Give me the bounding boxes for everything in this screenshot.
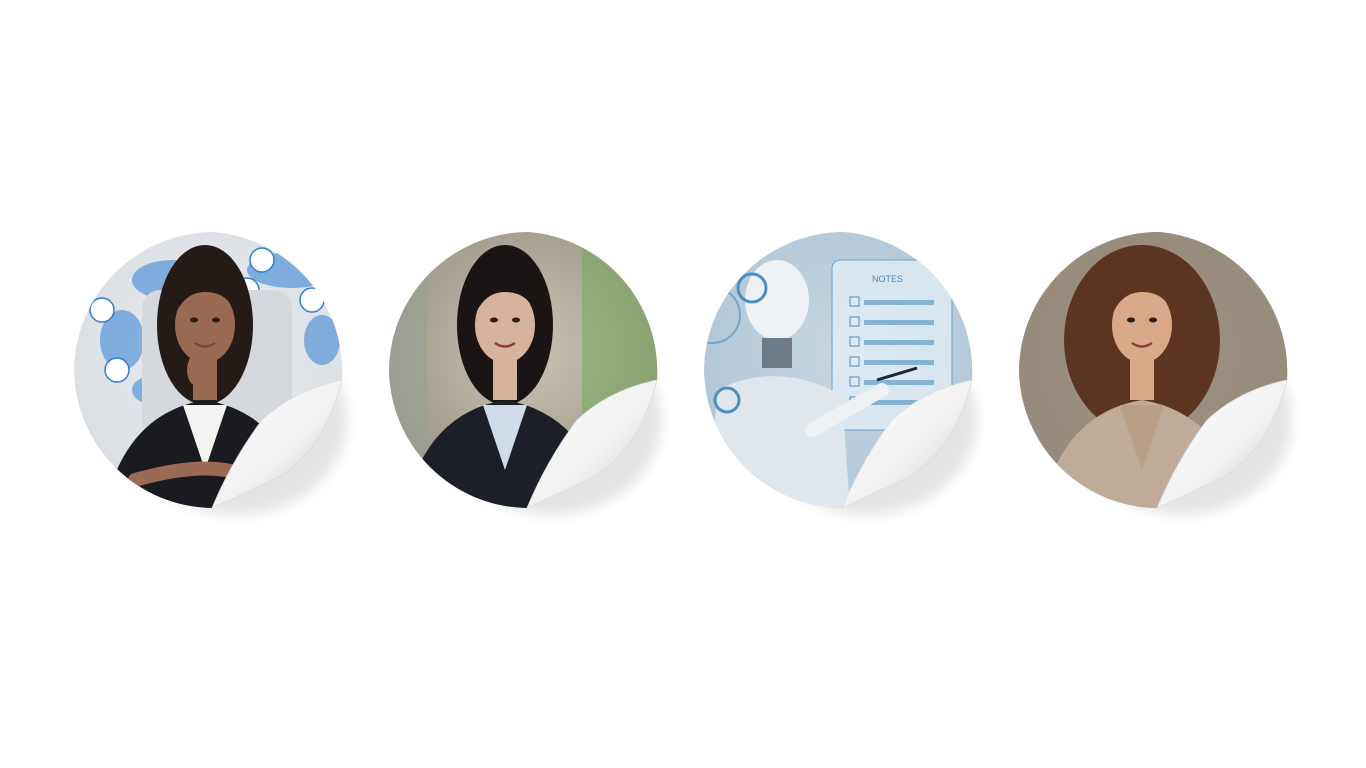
app-badge-icon (249, 247, 275, 273)
eye-left (1127, 317, 1135, 323)
hologram-line (864, 380, 934, 385)
sticker-artwork (1019, 232, 1288, 508)
hologram-line (864, 320, 934, 325)
robot-torso (707, 376, 852, 508)
sticker-photo-woman-curly (1019, 232, 1292, 515)
sticker-artwork (389, 232, 658, 508)
sticker-tile-2 (377, 230, 682, 535)
sticker-gallery: NOTES (0, 0, 1366, 768)
hologram-line (864, 300, 934, 305)
sticker-tile-3: NOTES (692, 230, 997, 535)
sticker-tile-1 (62, 230, 367, 535)
sticker-artwork (74, 232, 343, 508)
app-badge-icon (104, 357, 130, 383)
hand-on-chin (187, 354, 207, 386)
eye-right (512, 317, 520, 323)
app-badge-icon (89, 297, 115, 323)
hologram-line (864, 340, 934, 345)
eye-right (1149, 317, 1157, 323)
robot-neck (762, 338, 792, 368)
sticker-photo-woman-blurred (389, 232, 662, 515)
eye-right (212, 317, 220, 323)
robot-head (745, 260, 809, 340)
hologram-title: NOTES (872, 274, 903, 284)
hologram-line (864, 360, 934, 365)
window-frame (389, 250, 427, 508)
app-badge-icon (299, 287, 325, 313)
eye-left (490, 317, 498, 323)
map-region (304, 315, 340, 365)
sticker-photo-woman-map (74, 232, 347, 515)
sticker-artwork: NOTES (704, 232, 973, 508)
eye-left (190, 317, 198, 323)
sticker-photo-robot: NOTES (704, 232, 977, 515)
sticker-tile-4 (1007, 230, 1312, 535)
